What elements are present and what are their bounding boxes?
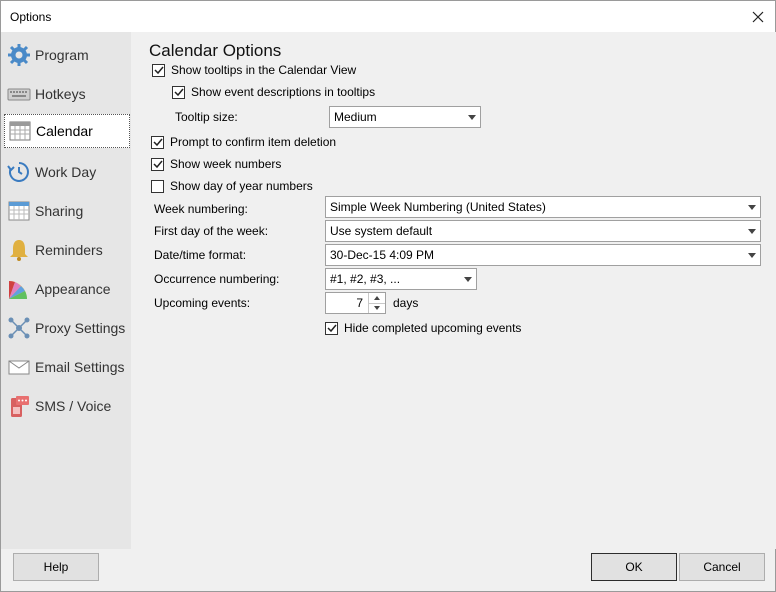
prompt-confirm-deletion-checkbox[interactable]: Prompt to confirm item deletion [151,134,336,150]
sidebar: Program Hotkeys Calendar Work Day Sharin… [1,32,131,549]
calendar-options-panel: Calendar Options Show tooltips in the Ca… [132,32,776,549]
stepper-down-button[interactable] [369,304,385,314]
checkmark-icon [173,88,184,97]
checkbox-label: Show event descriptions in tooltips [191,85,376,99]
sidebar-item-reminders[interactable]: Reminders [4,233,130,267]
checkmark-icon [153,66,164,75]
sidebar-item-sharing[interactable]: Sharing [4,194,130,228]
bell-icon [7,238,31,262]
tooltip-size-select[interactable]: Medium [329,106,481,128]
sidebar-item-label: Appearance [35,281,111,297]
phone-icon [7,394,31,418]
title-bar: Options [1,1,775,32]
envelope-icon [7,355,31,379]
chevron-down-icon [464,107,480,127]
help-button[interactable]: Help [13,553,99,581]
sidebar-item-email-settings[interactable]: Email Settings [4,350,130,384]
keyboard-icon [7,82,31,106]
chevron-down-icon [744,197,760,217]
close-button[interactable] [741,1,775,32]
sidebar-item-calendar[interactable]: Calendar [4,114,130,148]
options-window: Options Program Hotkeys Calendar Work Da… [0,0,776,592]
select-value: Simple Week Numbering (United States) [330,200,546,214]
chevron-down-icon [744,221,760,241]
select-value: #1, #2, #3, ... [330,272,401,286]
sidebar-item-program[interactable]: Program [4,38,130,72]
checkbox-box[interactable] [151,135,164,149]
sidebar-item-work-day[interactable]: Work Day [4,155,130,189]
close-icon [752,11,764,22]
week-numbering-select[interactable]: Simple Week Numbering (United States) [325,196,761,218]
checkbox-label: Show day of year numbers [170,179,313,193]
stepper-up-button[interactable] [369,293,385,304]
checkbox-box[interactable] [172,85,185,99]
sharing-icon [7,199,31,223]
sidebar-item-label: Work Day [35,164,97,180]
chevron-down-icon [460,269,476,289]
palette-icon [7,277,31,301]
sidebar-item-label: Email Settings [35,359,125,375]
gear-icon [7,43,31,67]
sidebar-item-appearance[interactable]: Appearance [4,272,130,306]
network-icon [7,316,31,340]
sidebar-item-label: Hotkeys [35,86,86,102]
sidebar-item-proxy-settings[interactable]: Proxy Settings [4,311,130,345]
week-numbering-label: Week numbering: [154,202,248,216]
checkbox-label: Hide completed upcoming events [344,321,522,335]
chevron-down-icon [374,306,380,311]
occurrence-numbering-select[interactable]: #1, #2, #3, ... [325,268,477,290]
checkbox-box[interactable] [151,157,164,171]
upcoming-events-stepper[interactable]: 7 [325,292,386,314]
checkbox-box[interactable] [152,63,165,77]
upcoming-events-label: Upcoming events: [154,296,251,310]
ok-button[interactable]: OK [591,553,677,581]
checkbox-label: Prompt to confirm item deletion [170,135,337,149]
calendar-icon [8,119,32,143]
tooltip-size-label: Tooltip size: [175,110,238,124]
first-day-of-week-select[interactable]: Use system default [325,220,761,242]
sidebar-item-label: SMS / Voice [35,398,112,414]
sidebar-item-label: Reminders [35,242,103,258]
show-day-of-year-checkbox[interactable]: Show day of year numbers [151,178,313,194]
occurrence-numbering-label: Occurrence numbering: [154,272,280,286]
show-week-numbers-checkbox[interactable]: Show week numbers [151,156,281,172]
chevron-down-icon [744,245,760,265]
chevron-up-icon [374,295,380,300]
page-title: Calendar Options [149,41,282,60]
sidebar-item-label: Proxy Settings [35,320,126,336]
select-value: Use system default [330,224,433,238]
sidebar-item-label: Program [35,47,89,63]
clock-icon [7,160,31,184]
checkbox-box[interactable] [151,179,164,193]
datetime-format-select[interactable]: 30-Dec-15 4:09 PM [325,244,761,266]
window-title: Options [10,10,52,24]
checkbox-label: Show tooltips in the Calendar View [171,63,357,77]
checkmark-icon [326,324,337,333]
hide-completed-checkbox[interactable]: Hide completed upcoming events [325,320,521,336]
checkbox-label: Show week numbers [170,157,282,171]
first-day-of-week-label: First day of the week: [154,224,269,238]
sidebar-item-hotkeys[interactable]: Hotkeys [4,77,130,111]
stepper-value: 7 [356,296,363,310]
sidebar-item-sms-voice[interactable]: SMS / Voice [4,389,130,423]
days-unit-label: days [393,296,419,310]
select-value: 30-Dec-15 4:09 PM [330,248,435,262]
show-tooltips-checkbox[interactable]: Show tooltips in the Calendar View [152,62,356,78]
checkmark-icon [152,138,163,147]
sidebar-item-label: Sharing [35,203,84,219]
checkmark-icon [152,160,163,169]
show-event-descriptions-checkbox[interactable]: Show event descriptions in tooltips [172,84,375,100]
datetime-format-label: Date/time format: [154,248,247,262]
select-value: Medium [334,110,377,124]
stepper-buttons [368,293,385,313]
sidebar-item-label: Calendar [36,123,93,139]
checkbox-box[interactable] [325,321,338,335]
cancel-button[interactable]: Cancel [679,553,765,581]
